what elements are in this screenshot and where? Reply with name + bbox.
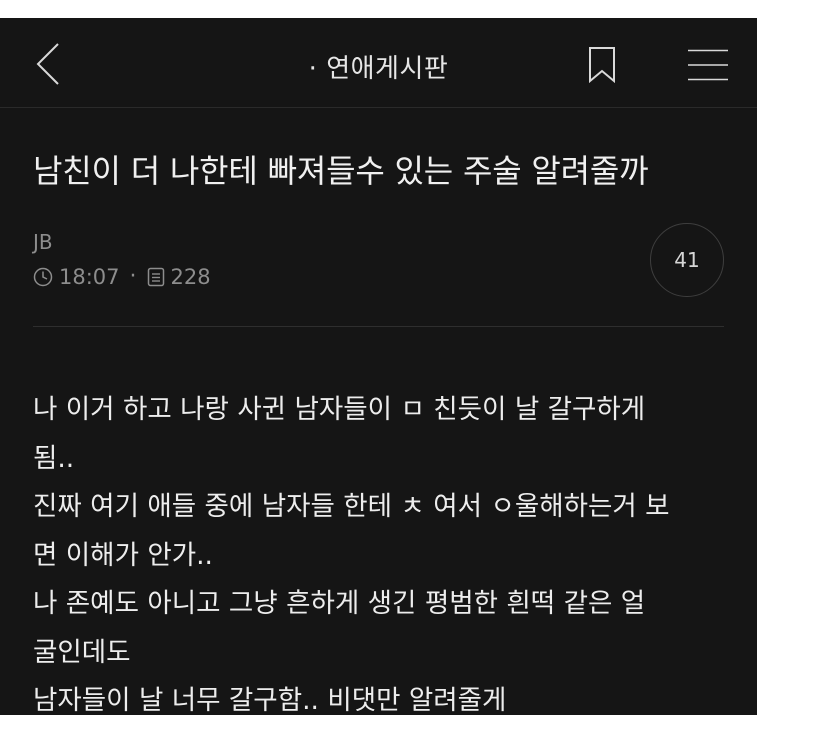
hamburger-menu-icon [688, 49, 728, 81]
post-title: 남친이 더 나한테 빠져들수 있는 주술 알려줄까 [33, 152, 649, 190]
comment-count-button[interactable]: 41 [650, 223, 724, 297]
bookmark-button[interactable] [588, 47, 616, 84]
post-screen: · 연애게시판 남친이 더 나한테 빠져들수 있는 주술 알려줄까 JB 18:… [0, 18, 757, 715]
view-count: 228 [170, 264, 211, 289]
document-icon [147, 267, 164, 286]
body-line: 진짜 여기 애들 중에 남자들 한테 ㅊ 여서 ㅇ울해하는거 보 [33, 491, 670, 522]
clock-icon [33, 267, 53, 286]
top-navigation-bar: · 연애게시판 [0, 18, 757, 108]
divider [33, 326, 724, 327]
post-body: 나 이거 하고 나랑 사귄 남자들이 ㅁ 친듯이 날 갈구하게 됨.. 진짜 여… [33, 386, 733, 715]
post-meta: 18:07 · 228 [33, 264, 211, 289]
board-title[interactable]: · 연애게시판 [0, 48, 757, 85]
author-name[interactable]: JB [33, 230, 53, 254]
body-line: 남자들이 날 너무 갈구함.. 비댓만 알려줄게 [33, 685, 507, 715]
meta-separator: · [129, 264, 137, 289]
post-time: 18:07 [59, 264, 120, 289]
body-line: 면 이해가 안가.. [33, 539, 213, 571]
body-line: 나 존예도 아니고 그냥 흔하게 생긴 평범한 흰떡 같은 얼 [33, 588, 646, 619]
body-line: 나 이거 하고 나랑 사귄 남자들이 ㅁ 친듯이 날 갈구하게 [33, 394, 646, 425]
bookmark-icon [589, 47, 615, 84]
menu-button[interactable] [688, 49, 728, 81]
body-line: 굴인데도 [33, 636, 131, 668]
body-line: 됨.. [33, 442, 75, 474]
